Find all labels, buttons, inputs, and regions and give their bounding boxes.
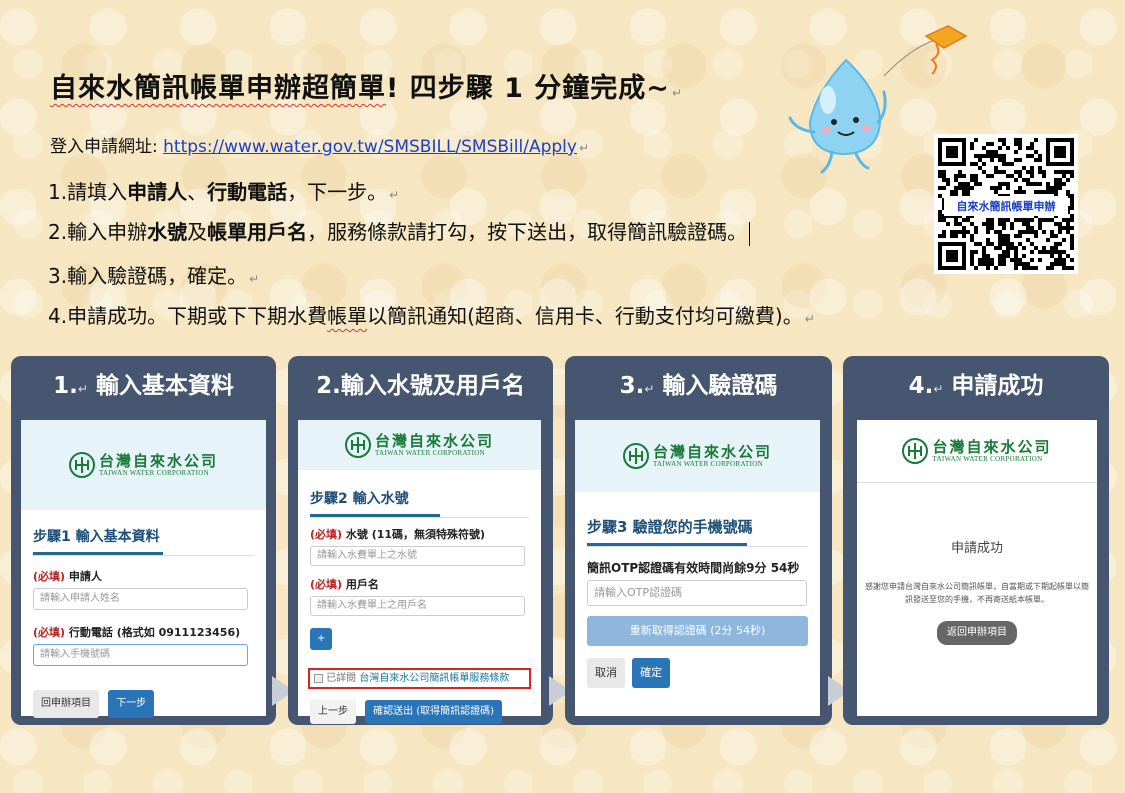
applicant-label: (必填) 申請人 [33, 570, 102, 583]
apply-url-link[interactable]: https://www.water.gov.tw/SMSBILL/SMSBill… [163, 137, 577, 157]
instruction-step-4: 4.申請成功。下期或下下期水費帳單以簡訊通知(超商、信用卡、行動支付均可繳費)。… [48, 304, 815, 328]
title-sub: ! 四步驟 1 分鐘完成~ [386, 73, 670, 104]
qr-label: 自來水簡訊帳單申辦 [944, 196, 1068, 216]
water-number-label: (必填) 水號 (11碼，無須特殊符號) [310, 528, 486, 541]
panel-title: 2.輸入水號及用戶名 [316, 373, 525, 399]
text-cursor [749, 221, 751, 246]
add-item-button[interactable]: + [310, 628, 333, 650]
terms-link[interactable]: 台灣自來水公司簡訊帳單服務條款 [359, 673, 509, 684]
title-main: 自來水簡訊帳單申辦超簡單 [50, 73, 386, 104]
panel-step-1: 1.↵ 輸入基本資料 台灣自來水公司 TAIWAN WATER CORPORATI… [11, 356, 276, 725]
phone-label: (必填) 行動電話 (格式如 0911123456) [33, 626, 241, 639]
back-to-items-button[interactable]: 回申辦項目 [33, 690, 99, 718]
instruction-step-2: 2.輸入申辦水號及帳單用戶名，服務條款請打勾，按下送出，取得簡訊驗證碼。 [48, 216, 751, 246]
return-to-items-button[interactable]: 返回申辦項目 [937, 621, 1017, 645]
terms-checkbox-row[interactable]: 已詳閱 台灣自來水公司簡訊帳單服務條款 [308, 668, 531, 689]
panel-step-4: 4.↵ 申請成功 台灣自來水公司 TAIWAN WATER CORPORATION… [843, 356, 1109, 725]
url-label: 登入申請網址: [50, 137, 164, 157]
twc-logo-icon [68, 452, 95, 478]
panel-step-3: 3.↵ 輸入驗證碼 台灣自來水公司 TAIWAN WATER CORPORATIO… [565, 356, 832, 725]
next-step-button[interactable]: 下一步 [108, 690, 155, 718]
success-heading: 申請成功 [950, 541, 1003, 556]
terms-checkbox[interactable] [314, 673, 323, 683]
logo-banner: 台灣自來水公司 TAIWAN WATER CORPORATION [575, 420, 820, 492]
form-card: 台灣自來水公司 TAIWAN WATER CORPORATION 步驟2 輸入水號… [298, 420, 541, 724]
apply-url-line: 登入申請網址: https://www.water.gov.tw/SMSBILL… [50, 137, 590, 157]
success-message: 感謝您申請台灣自來水公司簡訊帳單，自當期或下期起帳單以簡訊發送至您的手機，不再寄… [865, 582, 1089, 604]
twc-logo-icon [902, 438, 929, 464]
phone-input[interactable]: 請輸入手機號碼 [33, 644, 248, 666]
logo-banner: 台灣自來水公司 TAIWAN WATER CORPORATION [298, 420, 541, 470]
instruction-step-1: 1.請填入申請人、行動電話，下一步。 ↵ [48, 180, 400, 204]
cancel-button[interactable]: 取消 [587, 658, 625, 688]
twc-logo-icon [622, 443, 649, 469]
qr-code[interactable]: 自來水簡訊帳單申辦 [934, 134, 1078, 274]
account-name-input[interactable]: 請輸入水費單上之用戶名 [310, 596, 525, 616]
paragraph-mark: ↵ [671, 86, 683, 100]
logo-banner: 台灣自來水公司 TAIWAN WATER CORPORATION [857, 420, 1097, 482]
previous-step-button[interactable]: 上一步 [310, 700, 356, 724]
water-number-input[interactable]: 請輸入水費單上之水號 [310, 546, 525, 566]
panel-step-2: 2.輸入水號及用戶名 台灣自來水公司 TAIWAN WATER CORPORATI… [288, 356, 553, 725]
resend-code-button[interactable]: 重新取得認證碼 (2分 54秒) [587, 616, 808, 646]
submit-get-code-button[interactable]: 確認送出 (取得簡訊認證碼) [365, 700, 503, 724]
form-card: 台灣自來水公司 TAIWAN WATER CORPORATION 步驟1 輸入基本… [21, 420, 266, 718]
instruction-step-3: 3.輸入驗證碼，確定。 ↵ [48, 264, 260, 288]
form-card: 台灣自來水公司 TAIWAN WATER CORPORATION 申請成功 感謝您… [857, 420, 1097, 716]
otp-timer-label: 簡訊OTP認證碼有效時間尚餘9分 54秒 [587, 561, 800, 575]
form-card: 台灣自來水公司 TAIWAN WATER CORPORATION 步驟3 驗證您的… [575, 420, 820, 716]
page-title: 自來水簡訊帳單申辦超簡單! 四步驟 1 分鐘完成~ ↵ [50, 66, 683, 105]
panel-title: 4.↵ 申請成功 [908, 373, 1044, 399]
twc-logo-icon [344, 432, 371, 458]
confirm-button[interactable]: 確定 [632, 658, 671, 688]
applicant-name-input[interactable]: 請輸入申請人姓名 [33, 588, 248, 610]
form-heading: 步驟3 驗證您的手機號碼 [587, 518, 753, 536]
form-heading: 步驟2 輸入水號 [310, 491, 409, 507]
panel-title: 1.↵ 輸入基本資料 [53, 373, 234, 399]
logo-banner: 台灣自來水公司 TAIWAN WATER CORPORATION [21, 420, 266, 510]
otp-code-input[interactable]: 請輸入OTP認證碼 [587, 580, 807, 606]
form-heading: 步驟1 輸入基本資料 [33, 529, 160, 545]
panel-title: 3.↵ 輸入驗證碼 [619, 373, 778, 399]
account-name-label: (必填) 用戶名 [310, 578, 379, 591]
